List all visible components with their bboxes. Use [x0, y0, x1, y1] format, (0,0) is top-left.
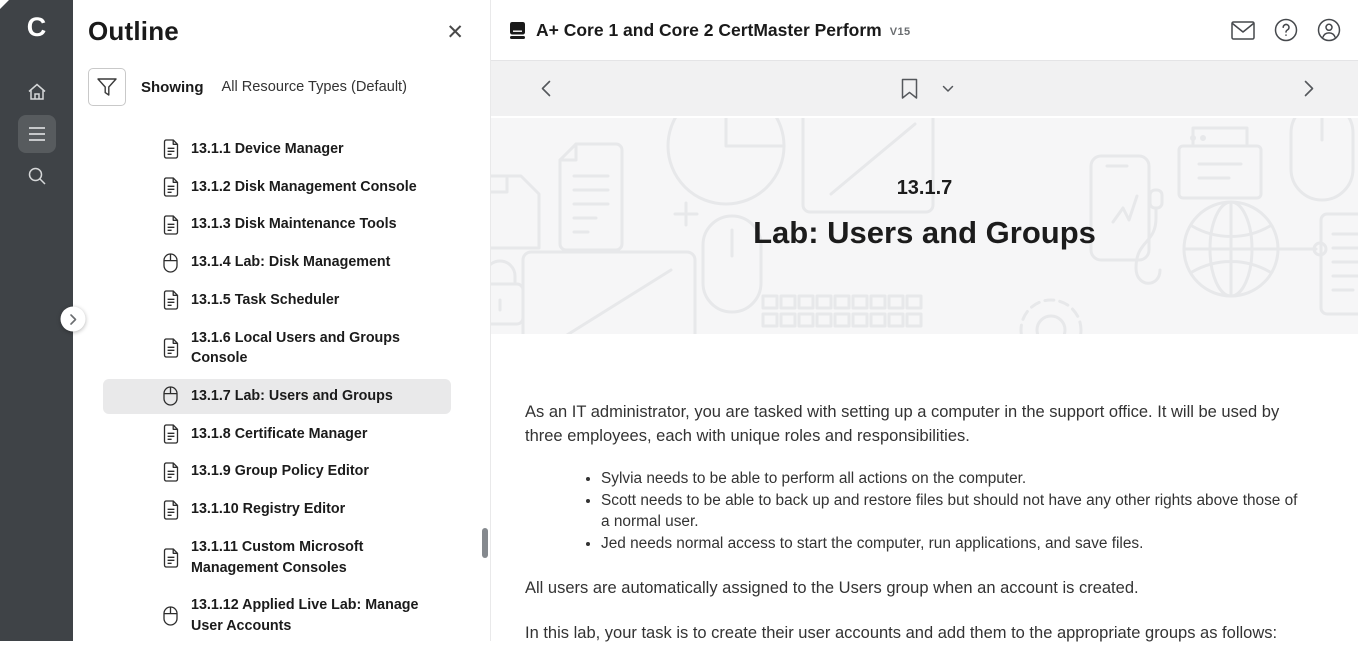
outline-list-item[interactable]: 13.1.7 Lab: Users and Groups: [103, 379, 451, 414]
outline-item-label: 13.1.7 Lab: Users and Groups: [191, 386, 431, 407]
showing-label: Showing: [141, 79, 204, 96]
lesson-hero-banner: 13.1.7 Lab: Users and Groups: [491, 118, 1358, 334]
lab-mouse-icon: [163, 606, 179, 626]
chevron-right-icon: [1304, 80, 1314, 97]
account-icon: [1317, 18, 1341, 42]
lab-mouse-icon: [163, 253, 179, 273]
document-icon: [163, 139, 179, 159]
panel-collapse-toggle[interactable]: [61, 307, 86, 332]
outline-list: 13.1.1 Device Manager 13.1.2 Disk Manage…: [73, 132, 490, 641]
messages-button[interactable]: [1230, 17, 1256, 43]
outline-list-item[interactable]: 13.1.6 Local Users and Groups Console: [103, 321, 451, 376]
bookmark-menu-button[interactable]: [942, 85, 954, 93]
outline-item-label: 13.1.8 Certificate Manager: [191, 424, 431, 445]
chevron-down-icon: [942, 85, 954, 93]
filter-value: All Resource Types (Default): [222, 79, 407, 95]
outline-panel: Outline ✕ Showing All Resource Types (De…: [73, 0, 491, 641]
outline-list-item[interactable]: 13.1.3 Disk Maintenance Tools: [103, 207, 451, 242]
intro-paragraph: As an IT administrator, you are tasked w…: [525, 400, 1308, 449]
close-outline-button[interactable]: ✕: [446, 20, 464, 46]
task-paragraph: In this lab, your task is to create thei…: [525, 621, 1308, 645]
lesson-nav-bar: [491, 61, 1358, 118]
outline-list-item[interactable]: 13.1.1 Device Manager: [103, 132, 451, 167]
bullet-item: Jed needs normal access to start the com…: [601, 533, 1308, 554]
page-title: Lab: Users and Groups: [753, 215, 1096, 251]
bullet-item: Sylvia needs to be able to perform all a…: [601, 468, 1308, 489]
chevron-right-icon: [69, 313, 77, 325]
home-icon: [27, 82, 47, 102]
outline-list-item[interactable]: 13.1.10 Registry Editor: [103, 492, 451, 527]
course-header: A+ Core 1 and Core 2 CertMaster Perform …: [491, 0, 1358, 61]
outline-item-label: 13.1.6 Local Users and Groups Console: [191, 328, 431, 369]
outline-title: Outline: [88, 16, 179, 47]
filter-funnel-icon: [97, 78, 117, 97]
lab-mouse-icon: [163, 386, 179, 406]
previous-page-button[interactable]: [541, 80, 551, 97]
menu-icon: [28, 127, 46, 141]
document-icon: [163, 290, 179, 310]
comptia-logo: C: [27, 8, 47, 46]
outline-list-item[interactable]: 13.1.12 Applied Live Lab: Manage User Ac…: [103, 588, 451, 641]
requirements-list: Sylvia needs to be able to perform all a…: [525, 468, 1308, 554]
document-icon: [163, 548, 179, 568]
search-button[interactable]: [18, 157, 56, 195]
document-icon: [163, 424, 179, 444]
chevron-left-icon: [541, 80, 551, 97]
app-window: C Outline ✕: [0, 0, 1358, 641]
lesson-content: As an IT administrator, you are tasked w…: [491, 334, 1358, 645]
outline-list-item[interactable]: 13.1.11 Custom Microsoft Management Cons…: [103, 530, 451, 585]
outline-item-label: 13.1.5 Task Scheduler: [191, 290, 431, 311]
filter-button[interactable]: [88, 68, 126, 106]
outline-list-item[interactable]: 13.1.4 Lab: Disk Management: [103, 245, 451, 280]
help-button[interactable]: [1273, 17, 1299, 43]
search-icon: [27, 166, 47, 186]
document-icon: [163, 215, 179, 235]
document-icon: [163, 462, 179, 482]
section-number: 13.1.7: [897, 177, 953, 200]
document-icon: [163, 338, 179, 358]
mail-icon: [1231, 21, 1255, 40]
home-button[interactable]: [18, 73, 56, 111]
outline-item-label: 13.1.10 Registry Editor: [191, 499, 431, 520]
document-icon: [163, 500, 179, 520]
course-title: A+ Core 1 and Core 2 CertMaster Perform: [536, 20, 882, 41]
outline-item-label: 13.1.11 Custom Microsoft Management Cons…: [191, 537, 431, 578]
outline-item-label: 13.1.1 Device Manager: [191, 139, 431, 160]
document-icon: [163, 177, 179, 197]
outline-list-item[interactable]: 13.1.9 Group Policy Editor: [103, 454, 451, 489]
outline-item-label: 13.1.3 Disk Maintenance Tools: [191, 214, 431, 235]
main-area: A+ Core 1 and Core 2 CertMaster Perform …: [491, 0, 1358, 641]
bullet-item: Scott needs to be able to back up and re…: [601, 490, 1308, 532]
outline-item-label: 13.1.9 Group Policy Editor: [191, 461, 431, 482]
bookmark-icon: [901, 78, 918, 100]
outline-list-item[interactable]: 13.1.8 Certificate Manager: [103, 417, 451, 452]
corner-decoration: [0, 0, 9, 9]
outline-list-item[interactable]: 13.1.2 Disk Management Console: [103, 170, 451, 205]
help-icon: [1274, 18, 1298, 42]
outline-scrollbar-thumb[interactable]: [482, 528, 488, 558]
note-paragraph: All users are automatically assigned to …: [525, 576, 1308, 600]
course-book-icon: [508, 21, 527, 40]
outline-item-label: 13.1.4 Lab: Disk Management: [191, 252, 431, 273]
course-version-badge: V15: [890, 26, 911, 38]
outline-list-item[interactable]: 13.1.5 Task Scheduler: [103, 283, 451, 318]
account-button[interactable]: [1316, 17, 1342, 43]
bookmark-button[interactable]: [901, 78, 918, 100]
outline-menu-button[interactable]: [18, 115, 56, 153]
outline-item-label: 13.1.2 Disk Management Console: [191, 177, 431, 198]
outline-item-label: 13.1.12 Applied Live Lab: Manage User Ac…: [191, 595, 431, 636]
next-page-button[interactable]: [1304, 80, 1314, 97]
